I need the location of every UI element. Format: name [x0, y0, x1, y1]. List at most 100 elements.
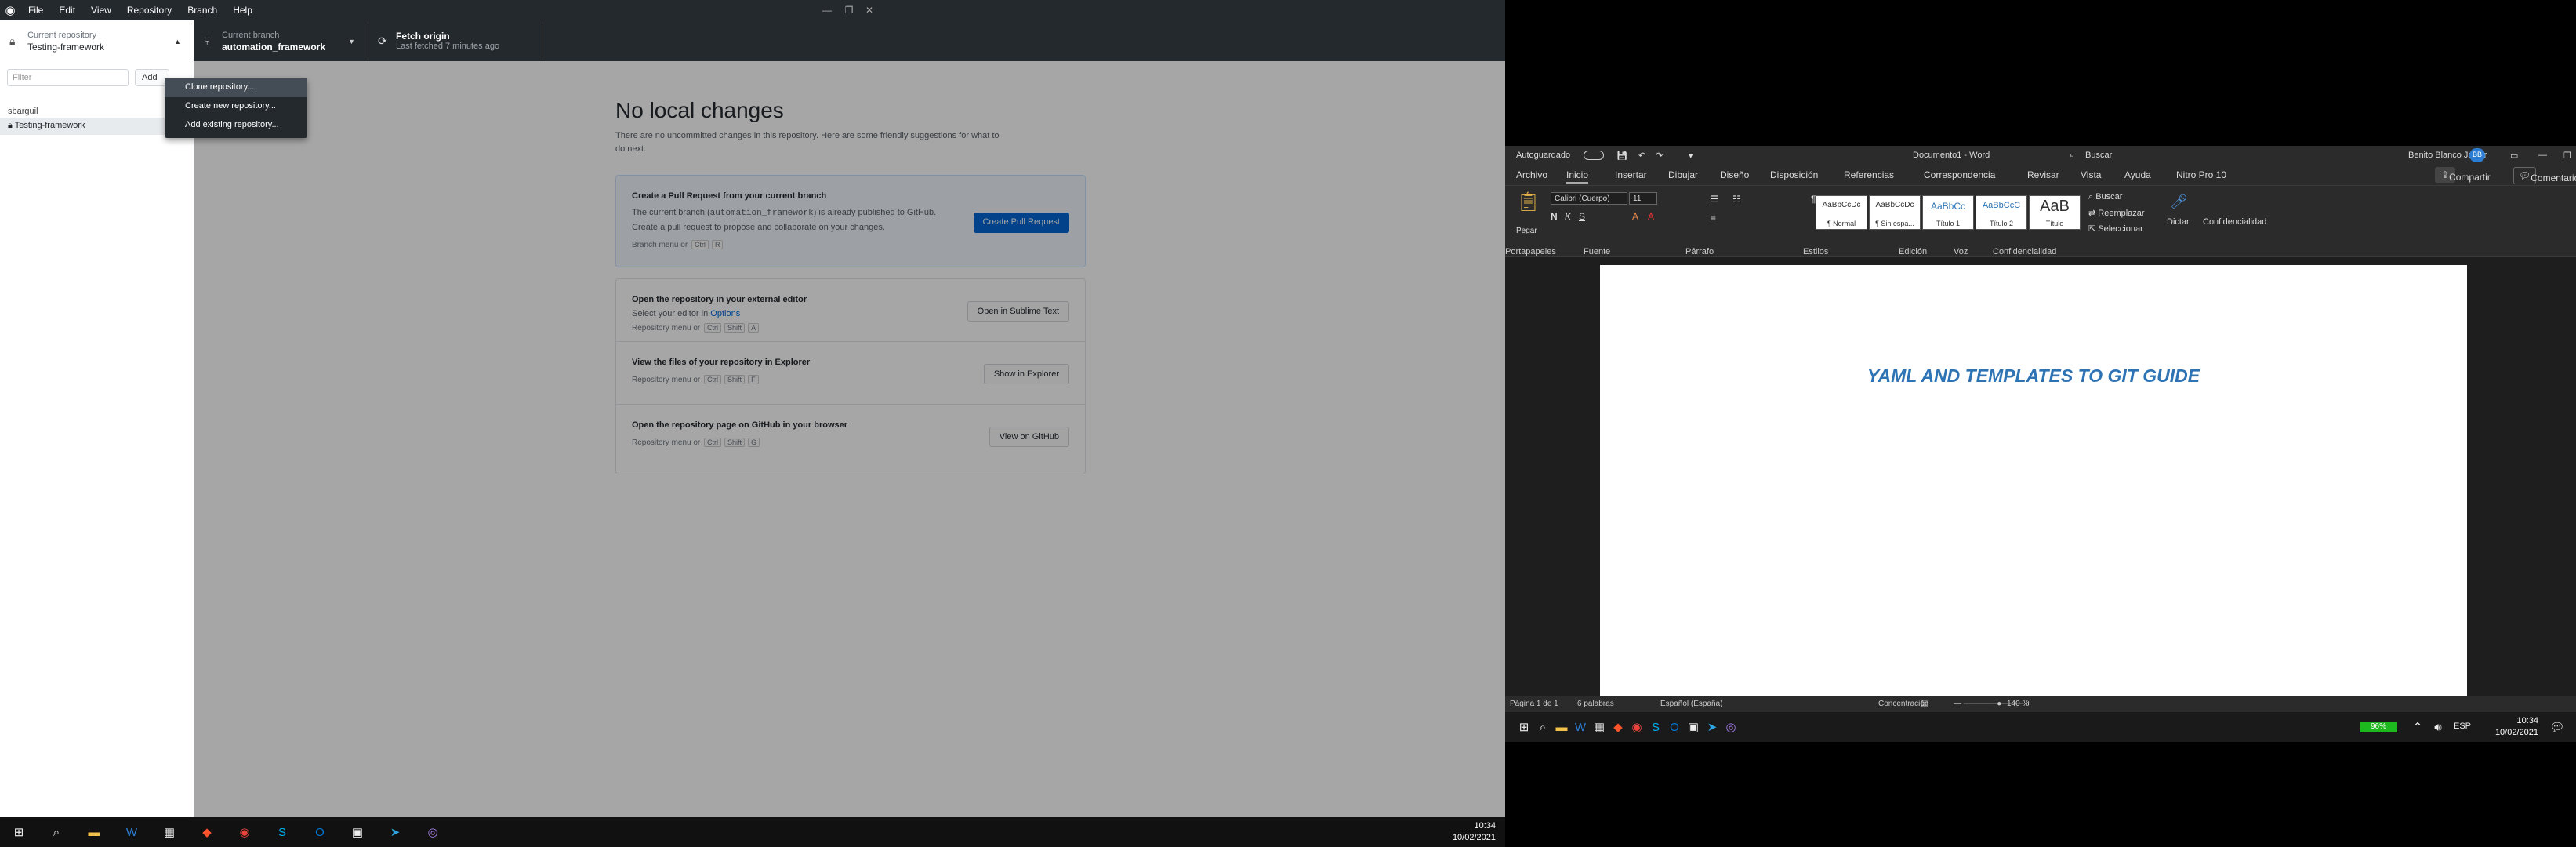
minimize-icon[interactable]: —: [2538, 151, 2547, 160]
taskbar-clock[interactable]: 10:34 10/02/2021: [2495, 715, 2538, 739]
zoom-level[interactable]: 140 %: [2007, 700, 2029, 708]
tab-referencias[interactable]: Referencias: [1844, 169, 1894, 180]
outlook-icon[interactable]: O: [301, 817, 339, 847]
taskbar-clock[interactable]: 10:34 10/02/2021: [1453, 820, 1496, 844]
tab-insertar[interactable]: Insertar: [1615, 169, 1647, 180]
app-icon[interactable]: ▣: [339, 817, 376, 847]
tab-nitro[interactable]: Nitro Pro 10: [2176, 169, 2226, 180]
dropdown-icon[interactable]: ▾: [1689, 151, 1693, 161]
tab-diseno[interactable]: Diseño: [1720, 169, 1749, 180]
numbering-icon[interactable]: ☷: [1732, 194, 1741, 205]
page-count[interactable]: Página 1 de 1: [1510, 700, 1558, 708]
battery-indicator[interactable]: 96%: [2360, 722, 2397, 732]
create-repository-item[interactable]: Create new repository...: [165, 97, 307, 116]
tab-inicio[interactable]: Inicio: [1566, 169, 1589, 184]
group-label: Voz: [1954, 247, 1968, 256]
telegram-icon[interactable]: ➤: [376, 817, 414, 847]
tab-ayuda[interactable]: Ayuda: [2124, 169, 2151, 180]
restore-icon[interactable]: ❐: [2563, 151, 2571, 161]
view-print-icon[interactable]: ▤: [1921, 700, 1928, 708]
tab-vista[interactable]: Vista: [2081, 169, 2101, 180]
style-name: Título 1: [1936, 220, 1960, 227]
autosave-toggle[interactable]: [1584, 151, 1604, 160]
search-box[interactable]: Buscar: [2085, 151, 2112, 160]
menu-repository[interactable]: Repository: [119, 0, 180, 20]
menu-view[interactable]: View: [83, 0, 119, 20]
select-button[interactable]: ⇱ Seleccionar: [2088, 224, 2143, 234]
ribbon-options-icon[interactable]: ▭: [2510, 151, 2518, 161]
style-name: ¶ Normal: [1827, 220, 1856, 227]
style-heading-2[interactable]: AaBbCcC Título 2: [1976, 195, 2027, 230]
branch-label: Current branch: [222, 31, 280, 40]
menu-edit[interactable]: Edit: [51, 0, 83, 20]
search-icon[interactable]: ⌕: [38, 817, 75, 847]
current-branch-button[interactable]: ⑂ Current branch automation_framework ▼: [194, 20, 368, 61]
avatar[interactable]: BB: [2469, 148, 2485, 162]
modal-overlay[interactable]: [194, 61, 1505, 817]
add-existing-repository-item[interactable]: Add existing repository...: [165, 116, 307, 135]
tab-revisar[interactable]: Revisar: [2027, 169, 2059, 180]
replace-button[interactable]: ⇄ Reemplazar: [2088, 208, 2145, 218]
microphone-icon[interactable]: 🎤︎: [2170, 194, 2188, 210]
menu-file[interactable]: File: [20, 0, 51, 20]
redo-icon[interactable]: ↷: [1656, 151, 1663, 161]
current-repository-button[interactable]: 🔒︎ Current repository Testing-framework …: [0, 20, 194, 61]
github-desktop-window: ◉ File Edit View Repository Branch Help …: [0, 0, 1505, 847]
group-label: Párrafo: [1685, 247, 1714, 256]
caret-down-icon: ▼: [348, 38, 355, 45]
file-explorer-icon[interactable]: ▬: [75, 817, 113, 847]
comments-button[interactable]: 💬︎ Comentarios: [2513, 167, 2576, 184]
toolbar: 🔒︎ Current repository Testing-framework …: [0, 20, 1505, 61]
language-status[interactable]: Español (España): [1660, 700, 1723, 708]
menu-help[interactable]: Help: [225, 0, 260, 20]
style-normal[interactable]: AaBbCcDc ¶ Normal: [1816, 195, 1867, 230]
brave-icon[interactable]: ◆: [188, 817, 226, 847]
underline-icon[interactable]: S: [1579, 211, 1585, 222]
style-no-spacing[interactable]: AaBbCcDc ¶ Sin espa...: [1869, 195, 1921, 230]
clone-repository-item[interactable]: Clone repository...: [165, 78, 307, 97]
document-page[interactable]: YAML AND TEMPLATES TO GIT GUIDE: [1600, 265, 2467, 704]
bold-icon[interactable]: N: [1551, 211, 1558, 222]
font-color-icon[interactable]: A: [1648, 211, 1654, 222]
highlight-icon[interactable]: A: [1632, 211, 1638, 222]
status-bar: Página 1 de 1 6 palabras Español (España…: [1505, 696, 2576, 712]
style-sample: AaBbCc: [1930, 201, 1966, 212]
fetch-origin-button[interactable]: ⟳ Fetch origin Last fetched 7 minutes ag…: [368, 20, 542, 61]
find-label: Buscar: [2095, 192, 2123, 202]
share-button[interactable]: ⇪ Compartir: [2435, 167, 2491, 183]
style-sample: AaBbCcC: [1982, 201, 2021, 210]
tab-dibujar[interactable]: Dibujar: [1668, 169, 1698, 180]
style-heading-1[interactable]: AaBbCc Título 1: [1922, 195, 1974, 230]
font-select[interactable]: Calibri (Cuerpo): [1551, 192, 1627, 205]
style-title[interactable]: AaB Título: [2029, 195, 2081, 230]
replace-label: Reemplazar: [2098, 209, 2145, 218]
chrome-icon[interactable]: ◉: [226, 817, 263, 847]
tab-archivo[interactable]: Archivo: [1516, 169, 1547, 180]
input-language[interactable]: ESP: [2454, 722, 2471, 731]
volume-icon[interactable]: 🔊︎: [2419, 712, 2457, 742]
tab-correspondencia[interactable]: Correspondencia: [1924, 169, 1995, 180]
app-icon[interactable]: ▦: [151, 817, 188, 847]
repo-group-label: sbarguil: [8, 107, 38, 116]
skype-icon[interactable]: S: [263, 817, 301, 847]
tab-disposicion[interactable]: Disposición: [1770, 169, 1818, 180]
font-size-select[interactable]: 11: [1629, 192, 1657, 205]
undo-icon[interactable]: ↶: [1638, 151, 1645, 161]
close-icon[interactable]: ✕: [851, 0, 887, 20]
github-desktop-icon[interactable]: ◎: [1712, 712, 1750, 742]
caret-up-icon: ▲: [174, 38, 181, 45]
word-icon[interactable]: W: [113, 817, 151, 847]
bullets-icon[interactable]: ☰: [1711, 194, 1719, 205]
autosave-label: Autoguardado: [1516, 151, 1571, 160]
italic-icon[interactable]: K: [1565, 211, 1571, 222]
word-count[interactable]: 6 palabras: [1577, 700, 1614, 708]
notification-icon[interactable]: 💬︎: [2538, 712, 2576, 742]
ribbon-tabs: Archivo Inicio Insertar Dibujar Diseño D…: [1505, 165, 2576, 185]
filter-input[interactable]: Filter: [7, 69, 129, 86]
align-left-icon[interactable]: ≡: [1711, 213, 1716, 224]
github-desktop-icon[interactable]: ◎: [414, 817, 452, 847]
find-button[interactable]: ⌕ Buscar: [2088, 192, 2122, 202]
menu-branch[interactable]: Branch: [180, 0, 225, 20]
save-icon[interactable]: 💾︎: [1616, 151, 1627, 161]
windows-start-icon[interactable]: ⊞: [0, 817, 38, 847]
